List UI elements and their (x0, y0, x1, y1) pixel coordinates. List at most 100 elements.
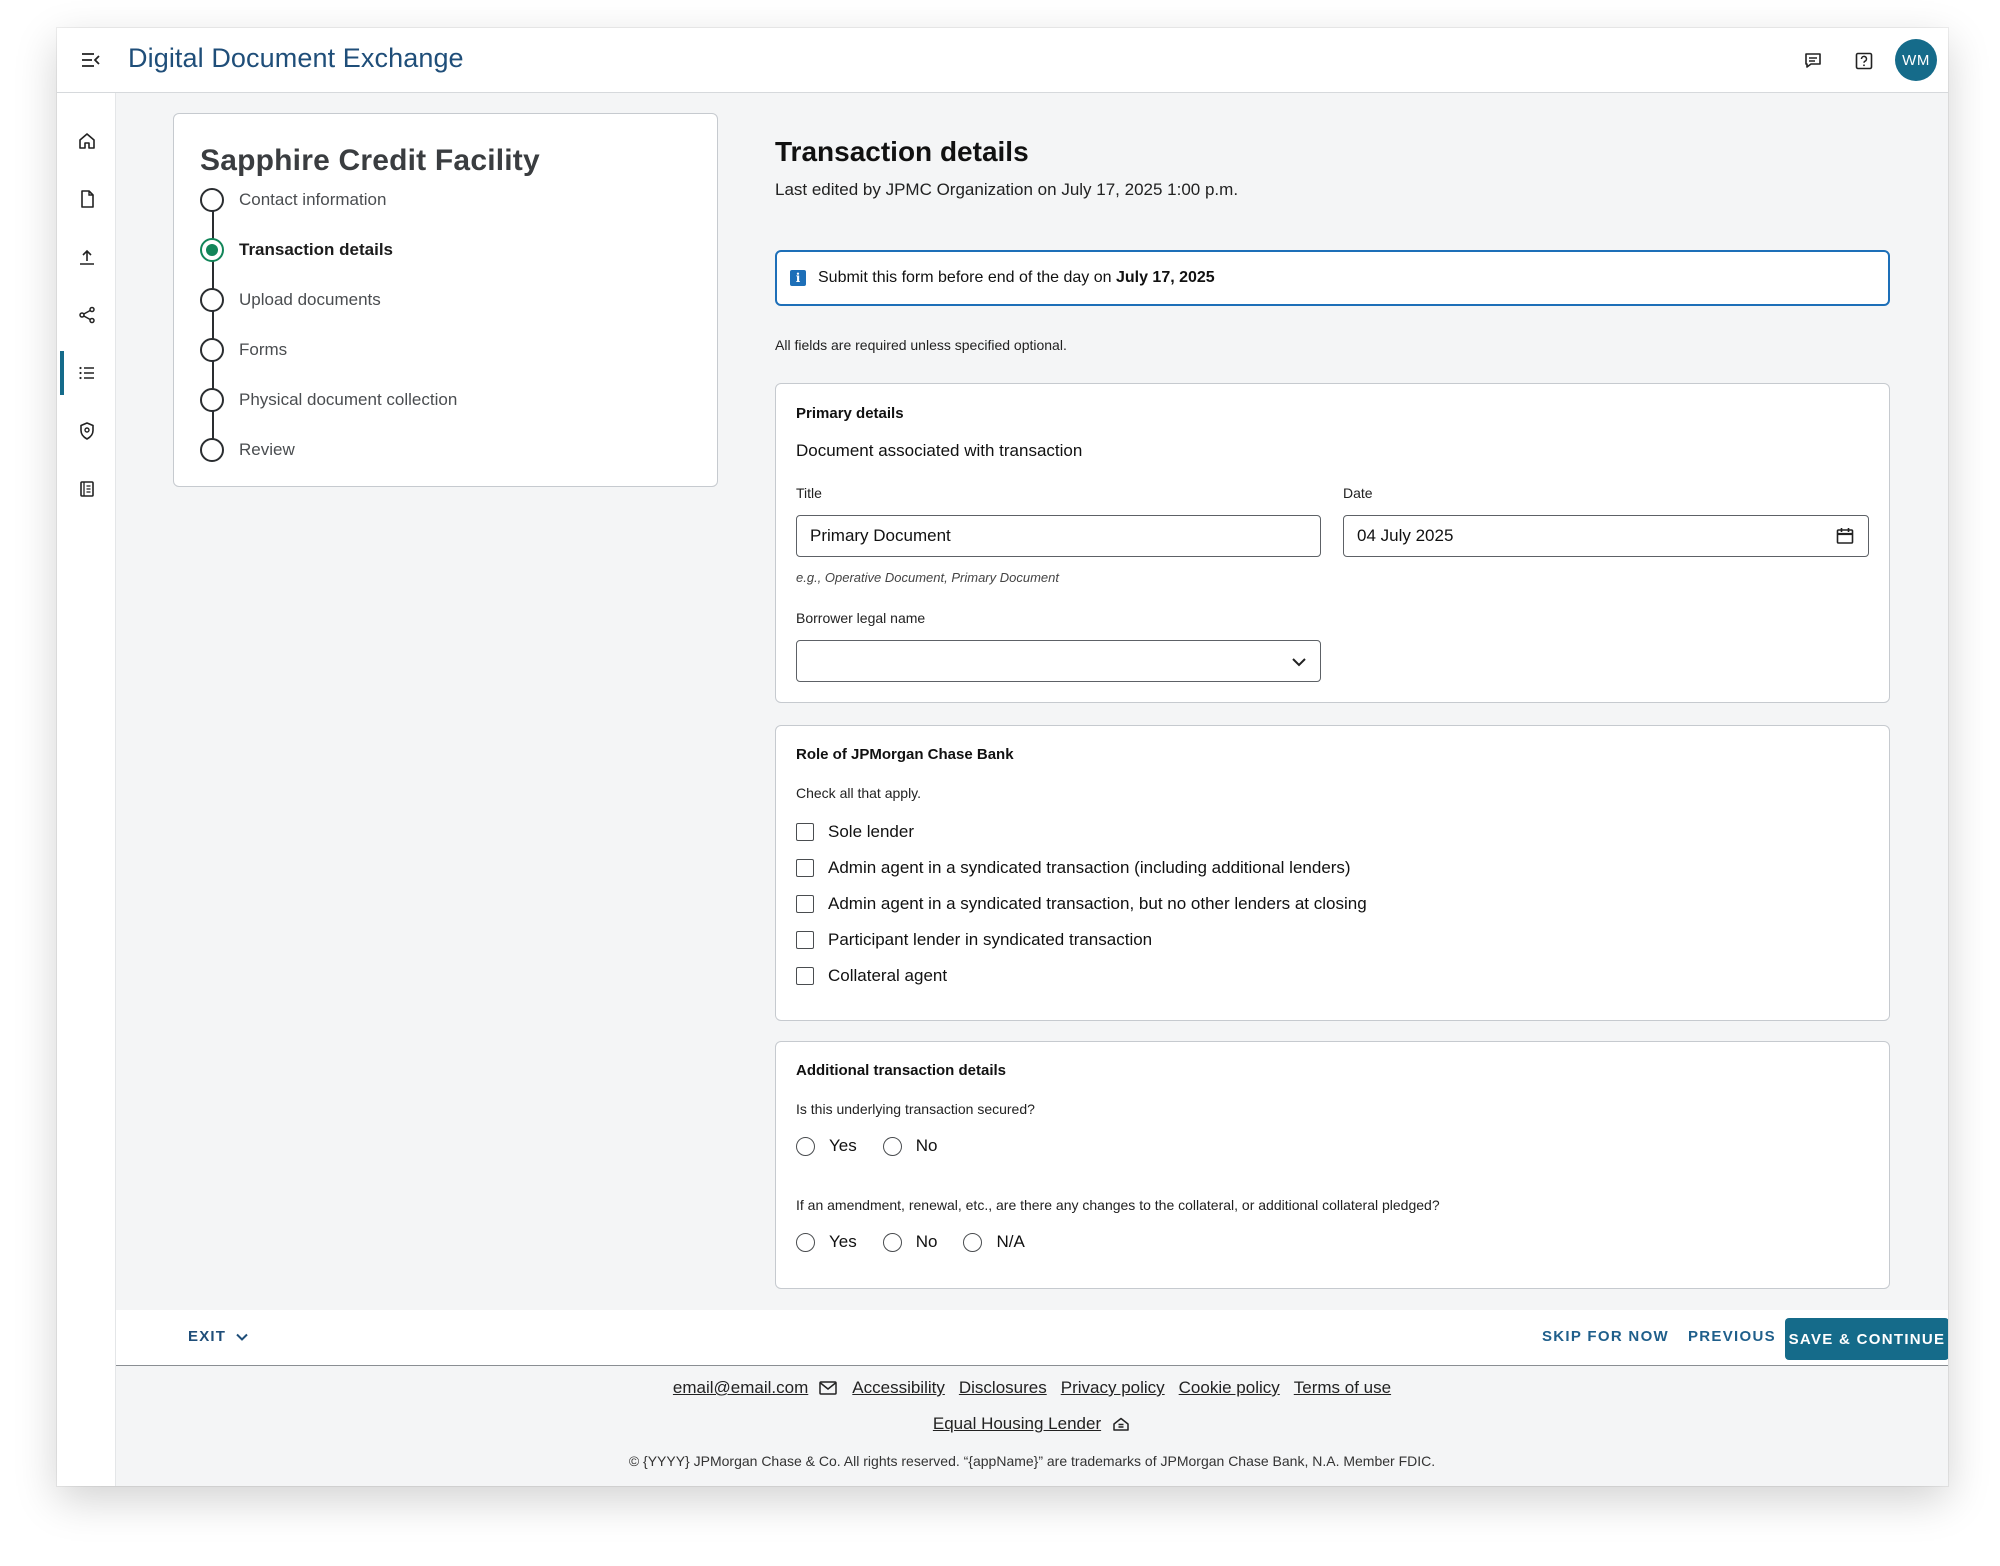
shield-icon (79, 422, 94, 440)
checkbox-admin-agent-with-lenders[interactable]: Admin agent in a syndicated transaction … (796, 856, 1351, 880)
date-input[interactable] (1343, 515, 1869, 557)
footer-link-disclosures[interactable]: Disclosures (959, 1378, 1047, 1398)
sidebar-item-list[interactable] (57, 351, 116, 395)
checkbox-label: Sole lender (828, 822, 915, 841)
step-indicator (200, 188, 224, 212)
radio-collateral-na[interactable]: N/A (963, 1232, 1025, 1252)
radio-label: No (915, 1136, 938, 1155)
equal-housing-icon (1113, 1417, 1129, 1431)
borrower-legal-name-label: Borrower legal name (796, 610, 926, 626)
radio-secured-no[interactable]: No (882, 1136, 938, 1156)
checkbox-collateral-agent[interactable]: Collateral agent (796, 964, 947, 988)
app-title: Digital Document Exchange (128, 43, 464, 73)
radio-label: Yes (829, 1232, 857, 1251)
radio-label: No (915, 1232, 938, 1251)
step-label: Upload documents (239, 290, 381, 309)
title-input[interactable] (796, 515, 1321, 557)
primary-details-heading: Primary details (796, 405, 904, 422)
additional-details-heading: Additional transaction details (796, 1062, 1007, 1079)
stepper-title: Sapphire Credit Facility (200, 144, 540, 177)
radio-button[interactable] (963, 1232, 983, 1252)
sidebar-item-upload[interactable] (57, 235, 116, 279)
title-helper-text: e.g., Operative Document, Primary Docume… (796, 570, 1059, 585)
sidebar-item-home[interactable] (57, 119, 116, 163)
checkbox-admin-agent-no-lenders[interactable]: Admin agent in a syndicated transaction,… (796, 892, 1367, 916)
sidebar-rail (57, 93, 116, 1486)
radio-label: N/A (996, 1232, 1025, 1251)
step-label: Forms (239, 340, 288, 359)
radio-button[interactable] (882, 1136, 902, 1156)
footer-email-link[interactable]: email@email.com (673, 1378, 808, 1398)
step-indicator (200, 388, 224, 412)
help-icon[interactable] (1851, 48, 1877, 74)
checkbox[interactable] (796, 823, 814, 841)
checkbox-label: Participant lender in syndicated transac… (828, 930, 1153, 949)
checkbox-label: Admin agent in a syndicated transaction,… (828, 894, 1367, 913)
step-indicator (200, 288, 224, 312)
checkbox[interactable] (796, 967, 814, 985)
additional-details-card: Additional transaction details Is this u… (775, 1041, 1890, 1289)
document-icon (80, 190, 94, 208)
checkbox[interactable] (796, 859, 814, 877)
primary-details-card: Primary details Document associated with… (775, 383, 1890, 703)
save-continue-button[interactable]: SAVE & CONTINUE (1785, 1318, 1948, 1360)
sidebar-item-ledger[interactable] (57, 467, 116, 511)
radio-button[interactable] (882, 1232, 902, 1252)
role-card: Role of JPMorgan Chase Bank Check all th… (775, 725, 1890, 1021)
info-banner: i Submit this form before end of the day… (775, 250, 1890, 306)
mail-icon (819, 1381, 838, 1395)
info-icon: i (790, 270, 806, 286)
step-contact-information[interactable]: Contact information (200, 185, 680, 215)
chevron-down-icon (1292, 658, 1306, 667)
step-transaction-details[interactable]: Transaction details (200, 235, 680, 265)
calendar-icon[interactable] (1835, 526, 1855, 546)
footer-link-terms[interactable]: Terms of use (1294, 1378, 1391, 1398)
sidebar-item-documents[interactable] (57, 177, 116, 221)
list-icon (78, 366, 94, 380)
user-avatar[interactable]: WM (1895, 39, 1937, 81)
step-upload-documents[interactable]: Upload documents (200, 285, 680, 315)
radio-collateral-yes[interactable]: Yes (796, 1232, 857, 1252)
menu-collapse-icon[interactable] (79, 48, 103, 72)
step-label: Contact information (239, 190, 387, 209)
role-instruction: Check all that apply. (796, 785, 922, 801)
equal-housing-link[interactable]: Equal Housing Lender (933, 1414, 1101, 1434)
checkbox[interactable] (796, 895, 814, 913)
checkbox[interactable] (796, 931, 814, 949)
collateral-changes-question: If an amendment, renewal, etc., are ther… (796, 1197, 1440, 1213)
step-forms[interactable]: Forms (200, 335, 680, 365)
chat-icon[interactable] (1800, 48, 1826, 74)
document-associated-subheading: Document associated with transaction (796, 441, 1083, 460)
radio-button[interactable] (796, 1136, 815, 1156)
checkbox-participant-lender[interactable]: Participant lender in syndicated transac… (796, 928, 1152, 952)
copyright-text: © {YYYY} JPMorgan Chase & Co. All rights… (628, 1453, 1436, 1469)
form-action-bar: EXIT SKIP FOR NOW PREVIOUS SAVE & CONTIN… (116, 1310, 1948, 1366)
step-indicator (200, 438, 224, 462)
borrower-legal-name-select[interactable] (796, 640, 1321, 682)
role-heading: Role of JPMorgan Chase Bank (796, 746, 1014, 763)
exit-button[interactable]: EXIT (188, 1328, 250, 1345)
previous-button[interactable]: PREVIOUS (1688, 1328, 1776, 1345)
app-window: Digital Document Exchange WM Sapphire Cr… (57, 28, 1948, 1486)
step-physical-document-collection[interactable]: Physical document collection (200, 385, 680, 415)
page-title: Transaction details (775, 136, 1029, 167)
radio-collateral-no[interactable]: No (882, 1232, 938, 1252)
progress-stepper: Sapphire Credit Facility Contact informa… (173, 113, 718, 487)
footer-link-cookie[interactable]: Cookie policy (1179, 1378, 1280, 1398)
sidebar-item-security[interactable] (57, 409, 116, 453)
checkbox-sole-lender[interactable]: Sole lender (796, 820, 914, 844)
required-fields-note: All fields are required unless specified… (775, 337, 1067, 353)
step-indicator (200, 338, 224, 362)
info-banner-text: Submit this form before end of the day o… (818, 269, 1215, 287)
title-label: Title (796, 485, 822, 501)
footer-link-privacy[interactable]: Privacy policy (1061, 1378, 1165, 1398)
info-banner-date: July 17, 2025 (1115, 269, 1215, 286)
step-review[interactable]: Review (200, 435, 680, 465)
radio-button[interactable] (796, 1232, 815, 1252)
skip-for-now-button[interactable]: SKIP FOR NOW (1542, 1328, 1669, 1345)
footer-link-accessibility[interactable]: Accessibility (852, 1378, 945, 1398)
sidebar-item-share[interactable] (57, 293, 116, 337)
chevron-down-icon (236, 1333, 248, 1341)
radio-secured-yes[interactable]: Yes (796, 1136, 857, 1156)
step-label: Transaction details (239, 240, 393, 259)
